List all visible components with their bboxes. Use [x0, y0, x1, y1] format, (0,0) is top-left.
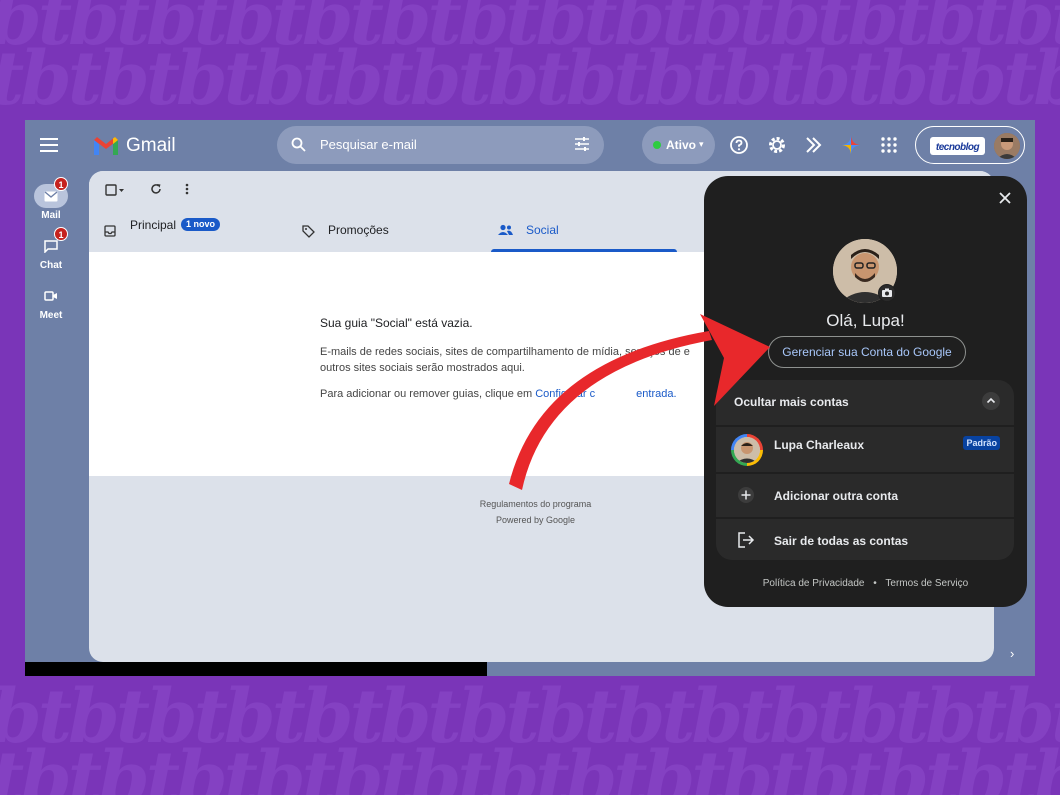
chevron-right-icon[interactable]: › [1010, 646, 1014, 661]
rail-label-meet: Meet [39, 310, 63, 321]
chevron-down-icon: ▾ [699, 139, 704, 149]
tab-principal[interactable]: Principal 1 novo [89, 209, 289, 252]
add-account-button[interactable]: Adicionar outra conta [716, 474, 1014, 517]
select-all-checkbox[interactable] [105, 184, 125, 196]
people-icon [498, 224, 513, 235]
refresh-icon[interactable] [150, 183, 162, 195]
status-active-icon [653, 141, 661, 149]
account-row[interactable]: Lupa Charleaux Padrão [716, 427, 1014, 472]
sign-out-all-label: Sair de todas as contas [774, 534, 909, 548]
new-badge: 1 novo [181, 218, 221, 231]
mail-icon [44, 191, 58, 202]
search-input[interactable]: Pesquisar e-mail [320, 137, 417, 152]
rail-item-chat[interactable]: 1 Chat [25, 227, 77, 271]
terms-of-service-link[interactable]: Termos de Serviço [885, 578, 968, 589]
panel-footer: Política de Privacidade • Termos de Serv… [704, 578, 1027, 589]
avatar [994, 133, 1020, 159]
tab-social[interactable]: Social [491, 209, 677, 252]
search-bar[interactable]: Pesquisar e-mail [277, 126, 604, 164]
gemini-chevrons-icon[interactable] [803, 134, 825, 156]
tab-label-social: Social [526, 223, 559, 237]
tag-icon [302, 225, 315, 238]
add-account-label: Adicionar outra conta [774, 489, 899, 503]
gemini-spark-icon[interactable] [840, 134, 862, 156]
sign-out-all-button[interactable]: Sair de todas as contas [716, 519, 1014, 560]
inbox-icon [104, 225, 116, 237]
camera-icon[interactable] [878, 284, 896, 302]
tab-label-principal: Principal [130, 218, 177, 232]
tab-promocoes[interactable]: Promoções [289, 209, 491, 252]
status-label: Ativo [666, 138, 696, 152]
close-icon[interactable] [997, 190, 1013, 206]
tab-label-promocoes: Promoções [328, 223, 389, 237]
account-switcher[interactable]: tecnoblog [915, 126, 1025, 164]
privacy-policy-link[interactable]: Política de Privacidade [763, 578, 865, 589]
empty-state-hint: Para adicionar ou remover guias, clique … [320, 388, 677, 400]
plus-icon [738, 487, 754, 503]
menu-icon[interactable] [40, 138, 58, 152]
account-panel: Olá, Lupa! Gerenciar sua Conta do Google… [704, 176, 1027, 607]
search-options-icon[interactable] [574, 137, 590, 151]
chat-icon [44, 240, 58, 253]
mail-badge: 1 [54, 177, 68, 191]
rail-item-meet[interactable]: Meet [25, 284, 77, 321]
default-badge: Padrão [963, 436, 1000, 450]
status-dropdown[interactable]: Ativo ▾ [642, 126, 715, 164]
empty-state-title: Sua guia "Social" está vazia. [320, 316, 473, 330]
brand-logo: tecnoblog [930, 137, 985, 155]
rail-item-mail[interactable]: 1 Mail [25, 177, 77, 221]
configure-inbox-link-end[interactable]: entrada. [636, 388, 676, 400]
gmail-m-icon [94, 137, 118, 155]
configure-inbox-link[interactable]: Configurar c [535, 388, 595, 400]
accounts-section: Ocultar mais contas Lupa Charleaux Padrã… [716, 380, 1014, 560]
hide-accounts-toggle[interactable]: Ocultar mais contas [716, 380, 1014, 425]
gmail-wordmark: Gmail [126, 135, 176, 156]
account-name: Lupa Charleaux [774, 438, 865, 452]
rail-label-mail: Mail [41, 210, 61, 221]
apps-grid-icon[interactable] [878, 134, 900, 156]
greeting: Olá, Lupa! [826, 311, 905, 330]
more-vert-icon[interactable] [185, 183, 189, 195]
video-icon [44, 291, 57, 301]
empty-state-description: E-mails de redes sociais, sites de compa… [320, 346, 690, 374]
avatar [731, 434, 763, 466]
search-icon[interactable] [291, 137, 306, 152]
footer-separator: • [873, 578, 877, 589]
rail-label-chat: Chat [39, 260, 63, 271]
nav-rail: 1 Mail 1 Chat Meet [25, 120, 77, 676]
help-icon[interactable] [728, 134, 750, 156]
hide-accounts-label: Ocultar mais contas [734, 395, 849, 409]
redaction-bar [25, 662, 487, 676]
manage-account-button[interactable]: Gerenciar sua Conta do Google [768, 336, 966, 368]
logout-icon [738, 532, 755, 548]
gear-icon[interactable] [766, 134, 788, 156]
chevron-up-icon [982, 392, 1000, 410]
chat-badge: 1 [54, 227, 68, 241]
